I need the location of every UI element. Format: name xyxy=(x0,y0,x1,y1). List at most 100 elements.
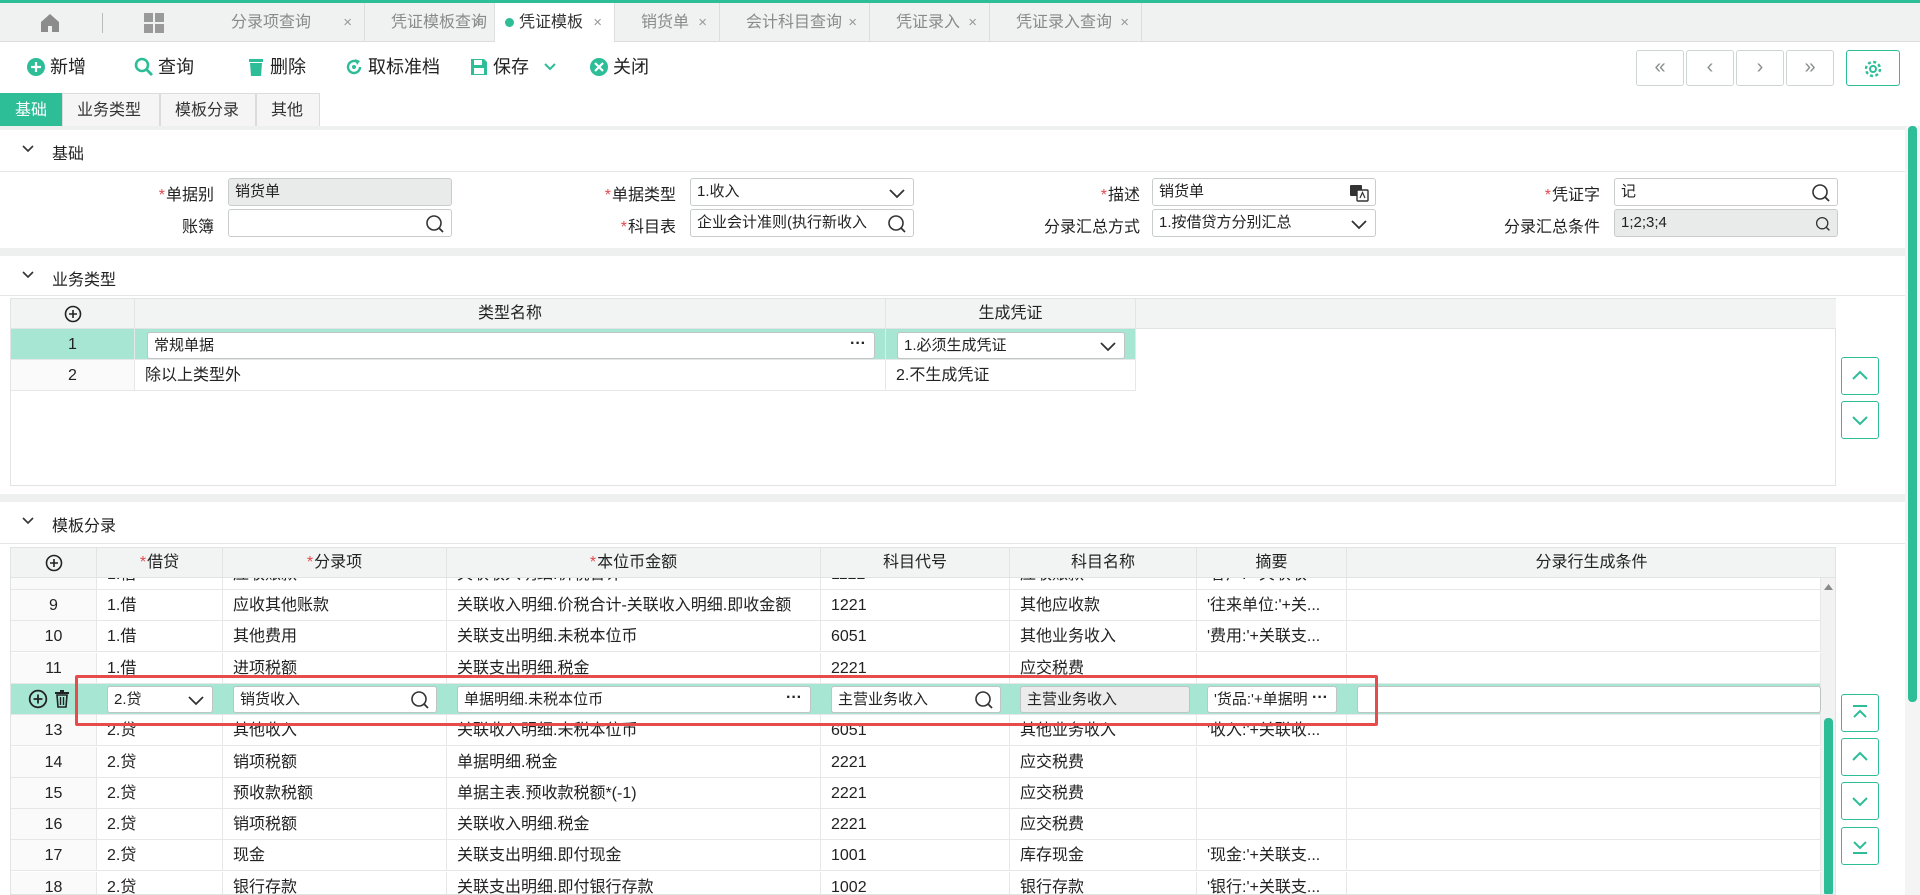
row-number[interactable]: 2 xyxy=(11,360,135,391)
col-header[interactable]: 摘要 xyxy=(1197,548,1347,578)
close-icon[interactable]: × xyxy=(848,3,857,42)
subtab-basic[interactable]: 基础 xyxy=(0,93,62,126)
vertical-scrollbar[interactable] xyxy=(1821,578,1835,894)
condition-cell[interactable] xyxy=(1347,590,1821,621)
item-cell[interactable]: 应收账款 xyxy=(223,578,447,590)
ledger-field[interactable] xyxy=(228,209,452,237)
condition-cell[interactable] xyxy=(1347,621,1821,653)
row-number[interactable] xyxy=(11,578,97,590)
name-cell[interactable]: 应交税费 xyxy=(1010,777,1197,809)
bill-type-select[interactable]: 1.收入 xyxy=(690,178,914,206)
code-cell[interactable]: 6051 xyxy=(821,715,1010,747)
apps-grid-icon[interactable] xyxy=(142,11,168,37)
condition-cell[interactable] xyxy=(1347,777,1821,809)
delete-button[interactable]: 删除 xyxy=(246,54,306,80)
amount-cell[interactable]: 关联收入明细.未税本位币 xyxy=(447,715,821,747)
condition-cell[interactable] xyxy=(1347,578,1821,590)
item-cell[interactable]: 销项税额 xyxy=(223,746,447,778)
desc-field[interactable]: 销货单 xyxy=(1152,178,1376,206)
name-cell[interactable]: 应交税费 xyxy=(1010,746,1197,778)
account-code-input[interactable]: 主营业务收入 xyxy=(831,685,1001,713)
summary-cell[interactable] xyxy=(1197,746,1347,778)
type-name-input[interactable]: 常规单据 ··· xyxy=(147,332,875,359)
tab-voucher-entry[interactable]: 凭证录入 × xyxy=(870,3,990,42)
row-number[interactable]: 14 xyxy=(11,746,97,778)
section-entries-header[interactable]: 模板分录 xyxy=(0,502,1905,544)
amount-input[interactable]: 单据明细.未税本位币 ··· xyxy=(457,685,811,713)
name-cell[interactable]: 其他应收款 xyxy=(1010,590,1197,621)
summary-cell[interactable]: '客户:'+关联收 xyxy=(1197,578,1347,590)
chevron-down-icon[interactable] xyxy=(186,690,206,710)
dc-cell[interactable]: 2.贷 xyxy=(97,746,223,778)
row-number[interactable]: 18 xyxy=(11,871,97,894)
name-cell[interactable]: 应交税费 xyxy=(1010,809,1197,841)
col-header[interactable]: *分录项 xyxy=(223,548,447,578)
tab-voucher-entry-query[interactable]: 凭证录入查询 × xyxy=(990,3,1142,42)
item-cell[interactable]: 预收款税额 xyxy=(223,777,447,809)
condition-cell[interactable] xyxy=(1347,715,1821,747)
row-number[interactable]: 10 xyxy=(11,621,97,653)
amount-cell[interactable]: 关联支出明细.即付银行存款 xyxy=(447,871,821,894)
trash-icon[interactable] xyxy=(52,689,72,709)
code-cell[interactable]: 1221 xyxy=(821,590,1010,621)
add-button[interactable]: 新增 xyxy=(26,54,86,80)
add-circle-icon[interactable] xyxy=(28,689,48,709)
move-down-button[interactable] xyxy=(1841,401,1879,439)
chart-field[interactable]: 企业会计准则(执行新收入 xyxy=(690,209,914,237)
move-up-button[interactable] xyxy=(1841,738,1879,776)
close-icon[interactable]: × xyxy=(473,3,482,42)
move-down-button[interactable] xyxy=(1841,782,1879,820)
page-scrollbar[interactable] xyxy=(1905,126,1920,895)
section-basic-header[interactable]: 基础 xyxy=(0,130,1905,172)
amount-cell[interactable]: 关联收入明细.税金 xyxy=(447,809,821,841)
summary-cond-field[interactable]: 1;2;3;4 xyxy=(1614,209,1838,237)
scrollbar-thumb[interactable] xyxy=(1824,718,1833,894)
first-record-button[interactable]: « xyxy=(1636,50,1684,86)
col-header[interactable]: 科目代号 xyxy=(821,548,1010,578)
tab-voucher-template-query[interactable]: 凭证模板查询 × xyxy=(365,3,495,42)
ellipsis-icon[interactable]: ··· xyxy=(1312,687,1328,710)
row-number[interactable]: 9 xyxy=(11,590,97,621)
tab-account-query[interactable]: 会计科目查询 × xyxy=(720,3,870,42)
tab-entry-item-query[interactable]: 分录项查询 × xyxy=(205,3,365,42)
gen-voucher-select[interactable]: 1.必须生成凭证 xyxy=(897,332,1125,359)
summary-cell[interactable]: '往来单位:'+关... xyxy=(1197,590,1347,621)
unarchive-button[interactable]: 取标准档 xyxy=(344,54,440,80)
gen-voucher-cell[interactable]: 2.不生成凭证 xyxy=(886,360,1136,391)
code-cell[interactable]: 2221 xyxy=(821,777,1010,809)
item-cell[interactable]: 其他费用 xyxy=(223,621,447,653)
dc-cell[interactable]: 2.贷 xyxy=(97,840,223,872)
code-cell[interactable]: 2221 xyxy=(821,809,1010,841)
page-scrollbar-thumb[interactable] xyxy=(1908,126,1917,702)
ellipsis-icon[interactable]: ··· xyxy=(786,687,802,710)
query-button[interactable]: 查询 xyxy=(134,54,194,80)
voucher-word-field[interactable]: 记 xyxy=(1614,178,1838,206)
amount-cell[interactable]: 关联支出明细.税金 xyxy=(447,652,821,684)
name-cell[interactable]: 应交税费 xyxy=(1010,652,1197,684)
col-header[interactable]: *借贷 xyxy=(97,548,223,578)
col-header[interactable]: 科目名称 xyxy=(1010,548,1197,578)
tab-sales-slip[interactable]: 销货单 × xyxy=(615,3,720,42)
name-cell[interactable]: 应收账款 xyxy=(1010,578,1197,590)
row-number[interactable]: 13 xyxy=(11,715,97,747)
add-row-cell[interactable] xyxy=(11,548,97,578)
row-number[interactable]: 1 xyxy=(11,329,135,360)
last-record-button[interactable]: » xyxy=(1786,50,1834,86)
tab-voucher-template[interactable]: 凭证模板 × xyxy=(495,3,615,42)
item-cell[interactable]: 其他收入 xyxy=(223,715,447,747)
condition-cell[interactable] xyxy=(1347,871,1821,894)
close-icon[interactable]: × xyxy=(1120,3,1129,42)
add-row-cell[interactable] xyxy=(11,299,135,329)
code-cell[interactable]: 1001 xyxy=(821,840,1010,872)
name-cell[interactable]: 库存现金 xyxy=(1010,840,1197,872)
item-cell[interactable]: 进项税额 xyxy=(223,652,447,684)
summary-cell[interactable] xyxy=(1197,777,1347,809)
condition-cell[interactable] xyxy=(1347,840,1821,872)
col-header[interactable]: 生成凭证 xyxy=(886,299,1136,329)
code-cell[interactable]: 1002 xyxy=(821,871,1010,894)
row-number[interactable]: 16 xyxy=(11,809,97,841)
save-button[interactable]: 保存 xyxy=(469,54,557,80)
account-name-field[interactable]: 主营业务收入 xyxy=(1020,685,1190,713)
condition-cell[interactable] xyxy=(1347,652,1821,684)
condition-cell[interactable] xyxy=(1347,809,1821,841)
